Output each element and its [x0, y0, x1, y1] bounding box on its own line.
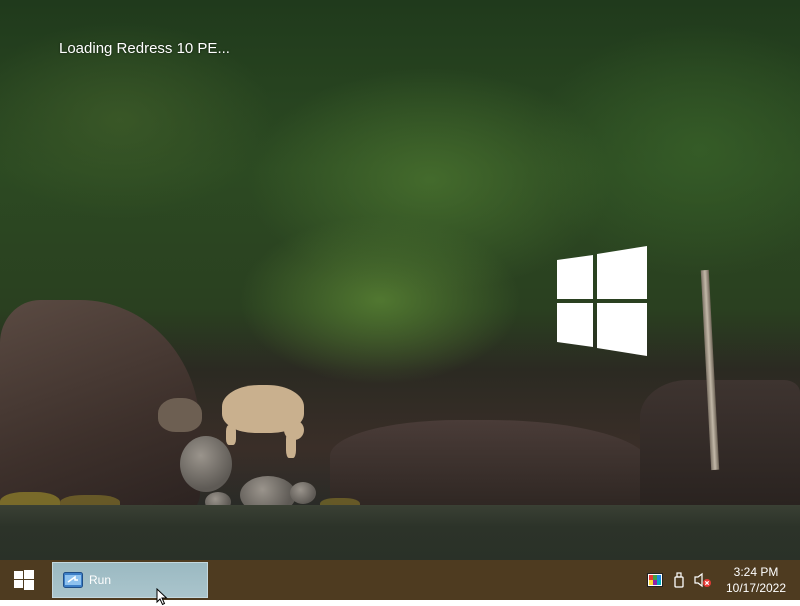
desktop-wallpaper: Loading Redress 10 PE... — [0, 0, 800, 560]
mouse-cursor-icon — [156, 588, 168, 606]
wallpaper-boulder — [180, 436, 232, 492]
windows-start-icon — [14, 570, 34, 590]
wallpaper-boulder — [290, 482, 316, 504]
wallpaper-rock-right — [640, 380, 800, 505]
loading-status-text: Loading Redress 10 PE... — [59, 40, 230, 57]
wallpaper-water — [0, 505, 800, 560]
wallpaper-bear-cub — [158, 398, 202, 432]
wallpaper-bear-leg — [286, 432, 296, 458]
taskbar-item-label: Run — [89, 573, 112, 587]
usb-drive-icon[interactable] — [670, 571, 688, 589]
wallpaper-bear-leg — [226, 425, 236, 445]
clock-date: 10/17/2022 — [725, 581, 787, 595]
wallpaper-rock-middle — [330, 420, 650, 510]
color-display-icon[interactable] — [646, 571, 664, 589]
run-dialog-icon — [63, 572, 83, 588]
clock-time: 3:24 PM — [733, 565, 779, 579]
system-tray: 3:24 PM 10/17/2022 — [646, 560, 800, 600]
speaker-muted-icon[interactable] — [694, 571, 712, 589]
taskbar: Run 3:24 PM 10/17/2022 — [0, 560, 800, 606]
windows-logo-icon — [557, 246, 647, 356]
taskbar-item-run[interactable]: Run — [52, 562, 208, 606]
start-button[interactable] — [0, 560, 48, 600]
taskbar-clock[interactable]: 3:24 PM 10/17/2022 — [724, 564, 788, 596]
